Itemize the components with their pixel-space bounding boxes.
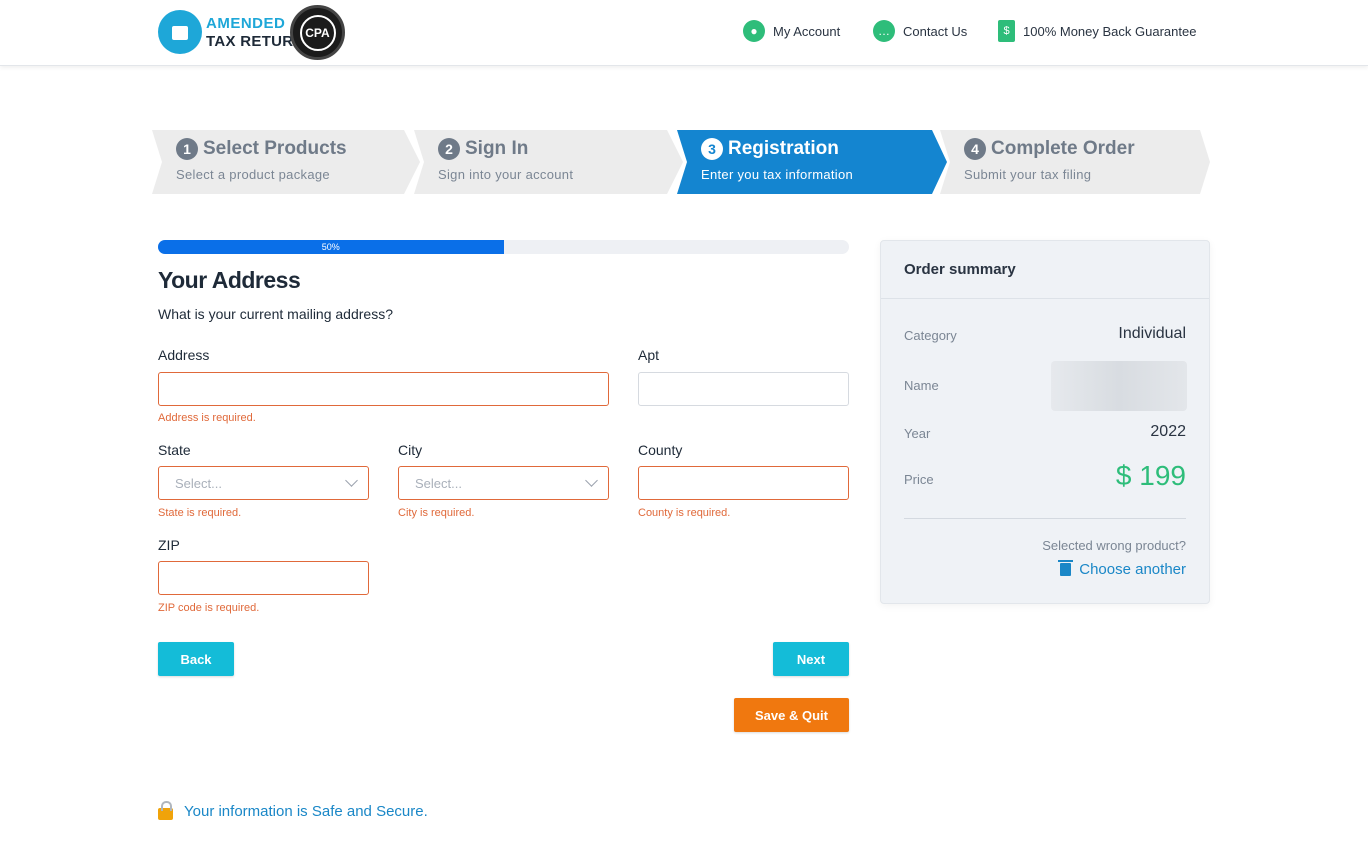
price-value: $ 199 <box>1115 460 1186 491</box>
address-input[interactable] <box>158 372 609 406</box>
zip-error: ZIP code is required. <box>158 602 260 614</box>
category-label: Category <box>904 328 957 343</box>
year-value: 2022 <box>1150 423 1186 440</box>
wrong-product-text: Selected wrong product? <box>1042 538 1186 553</box>
choose-another-label: Choose another <box>1079 561 1186 578</box>
order-summary-panel: Order summary Category Individual Name Y… <box>880 240 1210 604</box>
top-header: AMENDED TAX RETURN CPA ● My Account … Co… <box>0 0 1368 66</box>
step-subtitle: Enter you tax information <box>701 167 854 182</box>
dollar-document-icon: $ <box>998 20 1015 42</box>
back-button[interactable]: Back <box>158 642 234 676</box>
city-placeholder: Select... <box>415 476 462 491</box>
state-placeholder: Select... <box>175 476 222 491</box>
price-label: Price <box>904 472 934 487</box>
category-value: Individual <box>1118 325 1186 342</box>
county-error: County is required. <box>638 507 731 519</box>
trash-icon <box>1058 560 1074 576</box>
step-registration[interactable]: 3 Registration Enter you tax information <box>677 130 853 194</box>
nav-my-account[interactable]: ● My Account <box>743 20 840 42</box>
state-error: State is required. <box>158 507 242 519</box>
step-title: Select Products <box>203 138 347 159</box>
chat-icon: … <box>873 20 895 42</box>
summary-divider <box>904 518 1186 519</box>
secure-text: Your information is Safe and Secure. <box>184 803 428 820</box>
order-summary-title: Order summary <box>881 241 1209 299</box>
state-select[interactable]: Select... <box>158 466 369 500</box>
next-button[interactable]: Next <box>773 642 849 676</box>
county-label: County <box>638 442 683 458</box>
cpa-badge-text: CPA <box>299 14 336 51</box>
amended-tax-return-logo[interactable]: AMENDED TAX RETURN <box>158 10 305 54</box>
cpa-badge: CPA <box>290 5 345 60</box>
step-number: 3 <box>701 138 723 160</box>
form-question: What is your current mailing address? <box>158 306 393 322</box>
apt-input[interactable] <box>638 372 849 406</box>
form-progress-bar: 50% <box>158 240 849 254</box>
county-input[interactable] <box>638 466 849 500</box>
nav-contact-us-label: Contact Us <box>903 23 968 39</box>
lock-icon <box>158 801 173 820</box>
zip-input[interactable] <box>158 561 369 595</box>
step-complete-order[interactable]: 4 Complete Order Submit your tax filing <box>940 130 1135 194</box>
zip-label: ZIP <box>158 537 180 553</box>
address-label: Address <box>158 347 210 363</box>
checkout-steps: 1 Select Products Select a product packag… <box>152 130 1212 194</box>
step-title: Complete Order <box>991 138 1135 159</box>
apt-label: Apt <box>638 347 660 363</box>
step-subtitle: Submit your tax filing <box>964 167 1092 182</box>
city-select[interactable]: Select... <box>398 466 609 500</box>
city-label: City <box>398 442 423 458</box>
save-quit-button[interactable]: Save & Quit <box>734 698 849 732</box>
chevron-down-icon <box>345 474 358 487</box>
name-label: Name <box>904 378 939 393</box>
nav-money-back[interactable]: $ 100% Money Back Guarantee <box>998 20 1196 42</box>
secure-note: Your information is Safe and Secure. <box>158 801 428 820</box>
chevron-down-icon <box>585 474 598 487</box>
user-icon: ● <box>743 20 765 42</box>
step-subtitle: Select a product package <box>176 167 330 182</box>
progress-fill: 50% <box>158 240 504 254</box>
nav-contact-us[interactable]: … Contact Us <box>873 20 967 42</box>
state-label: State <box>158 442 191 458</box>
year-label: Year <box>904 426 931 441</box>
step-select-products[interactable]: 1 Select Products Select a product packag… <box>152 130 347 194</box>
address-error: Address is required. <box>158 412 256 424</box>
step-number: 1 <box>176 138 198 160</box>
step-title: Sign In <box>465 138 529 159</box>
step-sign-in[interactable]: 2 Sign In Sign into your account <box>414 130 573 194</box>
page-title: Your Address <box>158 267 301 293</box>
step-number: 2 <box>438 138 460 160</box>
city-error: City is required. <box>398 507 475 519</box>
choose-another-link[interactable]: Choose another <box>1058 560 1186 578</box>
step-subtitle: Sign into your account <box>438 167 574 182</box>
statue-of-liberty-icon <box>158 10 202 54</box>
nav-money-back-label: 100% Money Back Guarantee <box>1023 23 1197 39</box>
name-value-redacted <box>1051 361 1187 411</box>
step-number: 4 <box>964 138 986 160</box>
step-title: Registration <box>728 138 839 159</box>
nav-my-account-label: My Account <box>773 23 841 39</box>
